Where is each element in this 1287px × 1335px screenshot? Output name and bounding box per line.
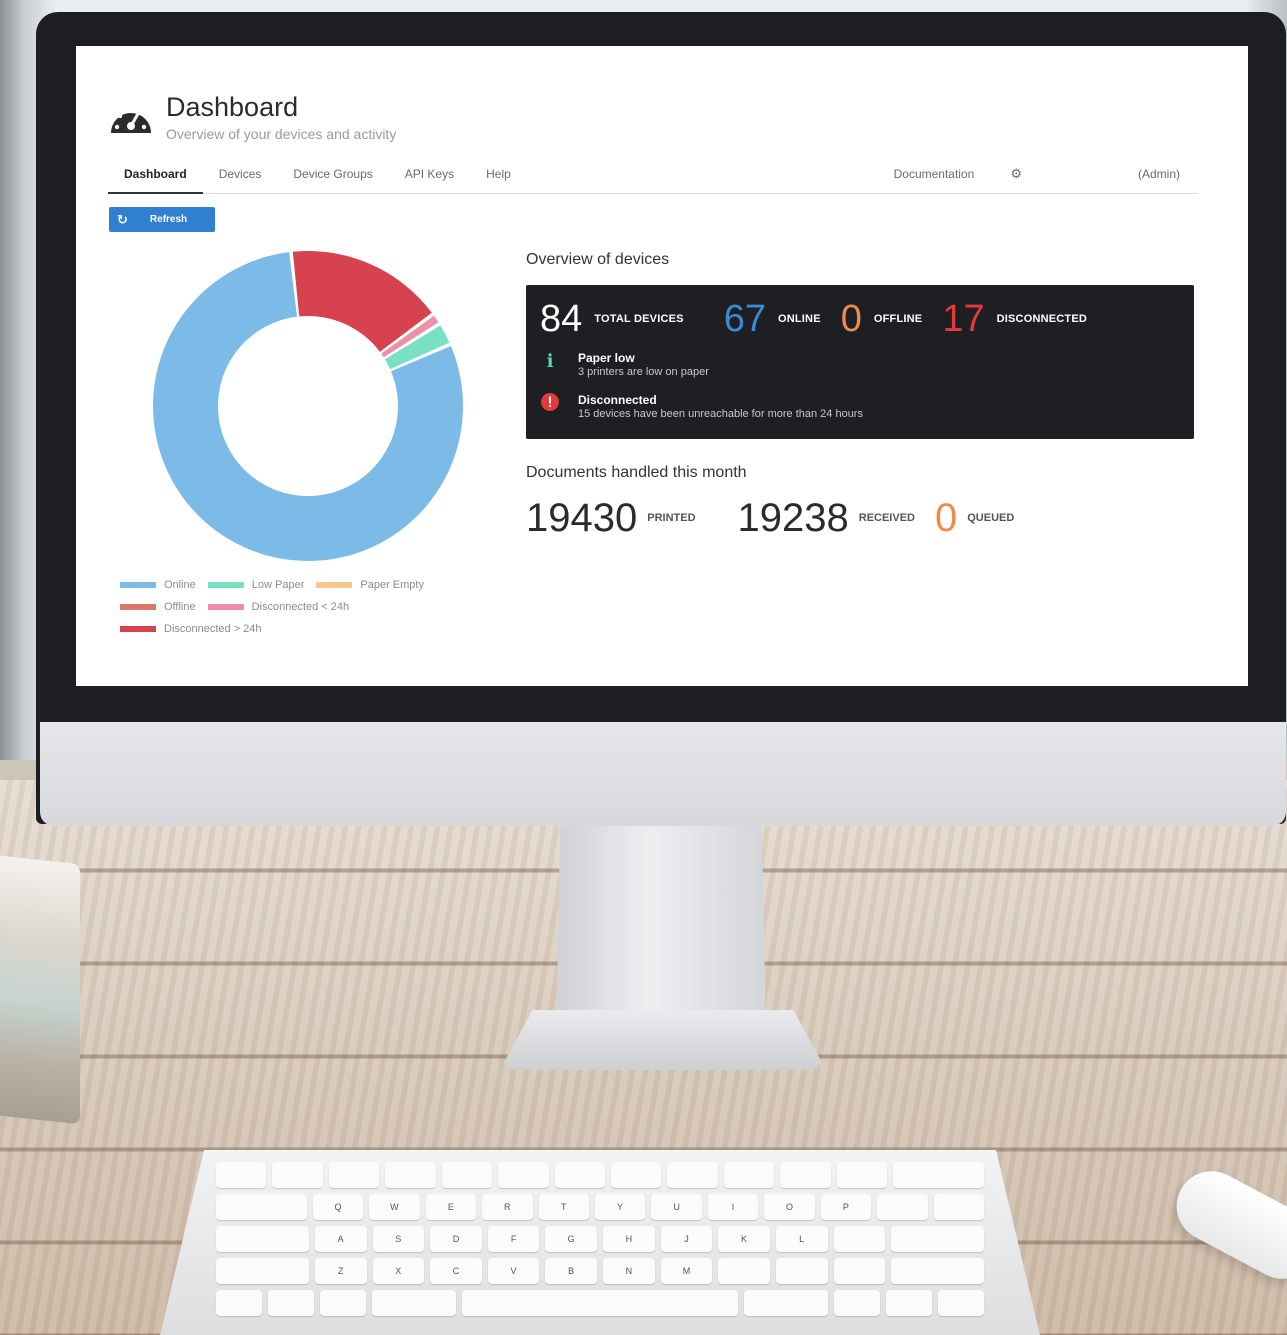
- tab-api-keys[interactable]: API Keys: [389, 160, 470, 194]
- refresh-icon: ↻: [117, 211, 128, 227]
- alert-disconnected[interactable]: Disconnected 15 devices have been unreac…: [540, 393, 863, 420]
- main-nav: Dashboard Devices Device Groups API Keys…: [108, 160, 1198, 194]
- monitor-chin: [40, 722, 1286, 826]
- legend-swatch-online: [120, 582, 156, 588]
- chart-legend: Online Low Paper Paper Empty Offline Dis…: [120, 574, 480, 640]
- overview-title: Overview of devices: [526, 251, 670, 268]
- alert-description: 3 printers are low on paper: [578, 366, 709, 378]
- book-stack: [0, 855, 80, 1125]
- alert-title: Paper low: [578, 351, 635, 365]
- documentation-link[interactable]: Documentation: [876, 160, 993, 194]
- documents-stats: 19430 PRINTED 19238 RECEIVED 0 QUEUED: [526, 494, 1056, 542]
- alert-paper-low[interactable]: ℹ Paper low 3 printers are low on paper: [540, 351, 709, 378]
- monitor-stand-base: [500, 1010, 826, 1070]
- total-devices-label: TOTAL DEVICES: [594, 313, 684, 325]
- legend-paper-empty[interactable]: Paper Empty: [316, 579, 424, 591]
- legend-swatch-disconnected-gt24: [120, 626, 156, 632]
- printed-count: 19430: [526, 496, 638, 540]
- received-label: RECEIVED: [858, 512, 915, 524]
- page-header: Dashboard Overview of your devices and a…: [108, 92, 396, 142]
- disconnected-count: 17: [942, 298, 985, 340]
- legend-disconnected-gt24[interactable]: Disconnected > 24h: [120, 623, 262, 635]
- legend-label-offline: Offline: [164, 601, 196, 613]
- printed-label: PRINTED: [647, 512, 696, 524]
- overview-panel: 84 TOTAL DEVICES 67 ONLINE 0 OFFLINE 17 …: [526, 285, 1194, 439]
- online-label: ONLINE: [777, 313, 821, 325]
- refresh-button[interactable]: ↻ Refresh: [109, 207, 215, 232]
- overview-stats: 84 TOTAL DEVICES 67 ONLINE 0 OFFLINE 17 …: [540, 295, 1127, 343]
- legend-low-paper[interactable]: Low Paper: [207, 579, 305, 591]
- received-count: 19238: [737, 496, 849, 540]
- page-subtitle: Overview of your devices and activity: [166, 126, 397, 142]
- gear-icon[interactable]: ⚙: [992, 160, 1040, 194]
- queued-label: QUEUED: [967, 512, 1015, 524]
- online-count: 67: [723, 298, 766, 340]
- refresh-label: Refresh: [149, 214, 188, 225]
- legend-offline[interactable]: Offline: [120, 601, 196, 613]
- dashboard-gauge-icon: [111, 107, 151, 133]
- legend-swatch-paper-empty: [316, 582, 353, 588]
- alert-title: Disconnected: [578, 393, 657, 407]
- tab-help[interactable]: Help: [470, 160, 527, 194]
- user-menu[interactable]: (Admin): [1120, 160, 1198, 194]
- keyboard: QWERTYUIOP ASDFGHJKL ZXCVBNM: [160, 1150, 1040, 1335]
- legend-online[interactable]: Online: [120, 579, 196, 591]
- tab-dashboard[interactable]: Dashboard: [108, 160, 203, 194]
- page-title: Dashboard: [166, 92, 299, 122]
- alert-description: 15 devices have been unreachable for mor…: [578, 408, 863, 420]
- legend-swatch-offline: [120, 604, 156, 610]
- error-icon: [540, 393, 560, 415]
- legend-label-disconnected-gt24: Disconnected > 24h: [164, 623, 262, 635]
- disconnected-label: DISCONNECTED: [996, 313, 1088, 325]
- offline-count: 0: [840, 298, 862, 340]
- total-devices-count: 84: [540, 298, 583, 340]
- legend-label-low-paper: Low Paper: [251, 579, 305, 591]
- app-screen: Dashboard Overview of your devices and a…: [76, 46, 1248, 686]
- info-icon: ℹ: [546, 351, 554, 371]
- legend-disconnected-lt24[interactable]: Disconnected < 24h: [207, 601, 350, 613]
- legend-label-disconnected-lt24: Disconnected < 24h: [251, 601, 350, 613]
- device-status-donut-chart: [152, 251, 464, 561]
- documents-title: Documents handled this month: [526, 464, 747, 481]
- legend-swatch-low-paper: [207, 582, 244, 588]
- legend-label-online: Online: [164, 579, 196, 591]
- offline-label: OFFLINE: [873, 313, 923, 325]
- tab-devices[interactable]: Devices: [203, 160, 278, 194]
- legend-label-paper-empty: Paper Empty: [360, 579, 424, 591]
- queued-count: 0: [935, 496, 958, 540]
- legend-swatch-disconnected-lt24: [207, 604, 244, 610]
- tab-device-groups[interactable]: Device Groups: [277, 160, 388, 194]
